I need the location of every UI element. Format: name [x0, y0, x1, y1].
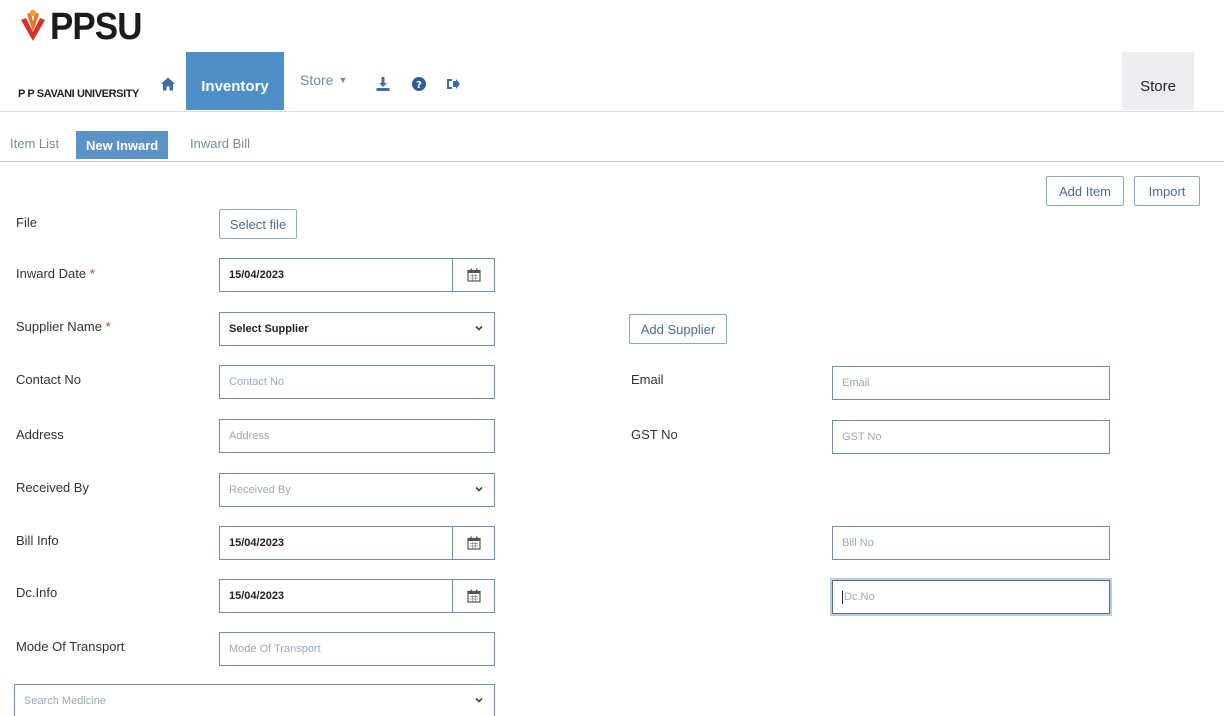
dc-info-label: Dc.Info [16, 585, 58, 600]
caret-down-icon: ▼ [338, 75, 348, 85]
bill-info-label: Bill Info [16, 533, 59, 548]
add-item-button[interactable]: Add Item [1046, 176, 1124, 206]
chevron-down-icon [475, 325, 483, 331]
tab-new-inward[interactable]: New Inward [76, 131, 169, 159]
import-button[interactable]: Import [1134, 176, 1200, 206]
svg-text:?: ? [416, 80, 422, 91]
help-icon[interactable]: ? [409, 74, 429, 94]
bill-date-value: 15/04/2023 [229, 537, 285, 549]
mode-of-transport-placeholder: Mode Of Transport [229, 643, 321, 655]
chevron-down-icon [475, 486, 483, 492]
supplier-name-label: Supplier Name * [16, 319, 111, 334]
email-label: Email [631, 372, 664, 387]
address-label: Address [16, 427, 64, 442]
received-by-select[interactable]: Received By [219, 473, 495, 507]
sub-tabs: Item List New Inward Inward Bill [0, 128, 1224, 162]
nav-inventory[interactable]: Inventory [186, 52, 284, 110]
brand-subtitle: P P SAVANI UNIVERSITY [18, 88, 139, 100]
contact-no-placeholder: Contact No [229, 376, 285, 388]
received-by-label: Received By [16, 480, 89, 495]
inward-date-field[interactable]: 15/04/2023 [219, 258, 495, 292]
dc-no-input[interactable]: Dc.No [832, 580, 1110, 614]
gst-no-placeholder: GST No [842, 431, 882, 443]
calendar-icon[interactable] [452, 259, 494, 291]
tab-item-list[interactable]: Item List [10, 128, 59, 158]
search-medicine-select[interactable]: Search Medicine [14, 684, 495, 716]
calendar-icon[interactable] [452, 580, 494, 612]
dc-no-placeholder: Dc.No [844, 591, 875, 603]
text-cursor [842, 590, 843, 604]
contact-no-label: Contact No [16, 372, 82, 387]
inward-date-value: 15/04/2023 [229, 269, 285, 281]
add-supplier-button[interactable]: Add Supplier [629, 314, 727, 344]
mode-of-transport-input[interactable]: Mode Of Transport [219, 632, 495, 666]
search-medicine-placeholder: Search Medicine [24, 695, 106, 707]
top-navbar: PPSU P P SAVANI UNIVERSITY Inventory Sto… [0, 0, 1224, 112]
download-icon[interactable] [373, 74, 393, 94]
file-label: File [16, 215, 37, 230]
supplier-select-value: Select Supplier [229, 323, 309, 335]
select-file-button[interactable]: Select file [219, 209, 297, 239]
logo-emblem-icon [21, 9, 45, 41]
contact-no-input[interactable]: Contact No [219, 365, 495, 399]
chevron-down-icon [475, 697, 483, 703]
ppsu-logo[interactable]: PPSU P P SAVANI UNIVERSITY [18, 6, 158, 102]
gst-no-label: GST No [631, 427, 678, 442]
logout-icon[interactable] [443, 74, 463, 94]
nav-store-dropdown[interactable]: Store ▼ [300, 72, 347, 88]
address-input[interactable]: Address [219, 419, 495, 453]
inward-date-label-text: Inward Date [16, 266, 87, 281]
bill-date-field[interactable]: 15/04/2023 [219, 526, 495, 560]
mode-of-transport-label: Mode Of Transport [16, 639, 125, 654]
required-mark: * [105, 319, 111, 334]
email-placeholder: Email [842, 377, 870, 389]
calendar-icon[interactable] [452, 527, 494, 559]
tab-inward-bill[interactable]: Inward Bill [190, 128, 250, 158]
supplier-name-label-text: Supplier Name [16, 319, 102, 334]
home-icon[interactable] [158, 74, 178, 94]
dc-date-field[interactable]: 15/04/2023 [219, 579, 495, 613]
nav-store-label: Store [300, 72, 334, 88]
required-mark: * [89, 266, 95, 281]
brand-name: PPSU [50, 6, 142, 48]
received-by-placeholder: Received By [229, 484, 291, 496]
email-input[interactable]: Email [832, 366, 1110, 400]
dc-date-value: 15/04/2023 [229, 590, 285, 602]
store-indicator[interactable]: Store [1122, 52, 1194, 110]
inward-date-label: Inward Date * [16, 266, 95, 281]
address-placeholder: Address [229, 430, 270, 442]
bill-no-placeholder: Bill No [842, 537, 874, 549]
gst-no-input[interactable]: GST No [832, 420, 1110, 454]
bill-no-input[interactable]: Bill No [832, 526, 1110, 560]
supplier-select[interactable]: Select Supplier [219, 312, 495, 346]
